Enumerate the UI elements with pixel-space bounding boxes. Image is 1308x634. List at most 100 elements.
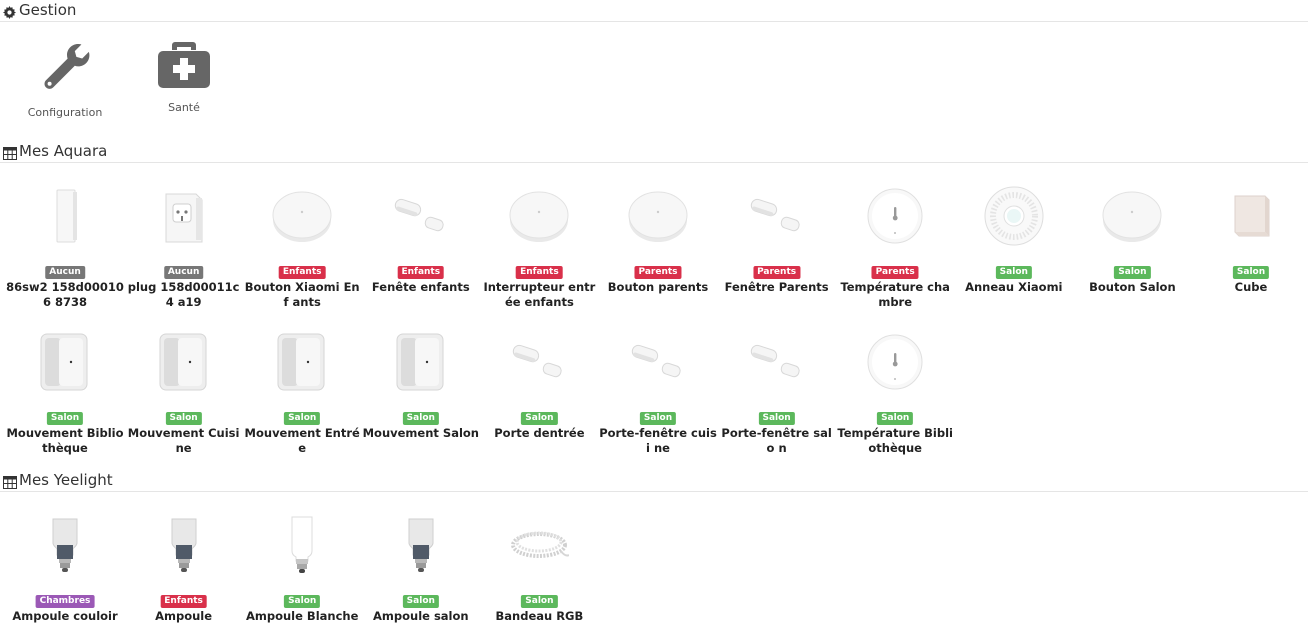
aquara-device-tile[interactable]: Salon Porte-fenêtre salo n xyxy=(718,332,836,455)
device-name: Bouton Salon xyxy=(1089,280,1176,294)
room-badge: Salon xyxy=(284,412,321,425)
device-name: Fenête enfants xyxy=(371,280,470,294)
motion-sensor-icon xyxy=(391,332,451,392)
room-badge: Salon xyxy=(639,412,677,425)
color-bulb-icon xyxy=(35,515,95,575)
sante-label: Santé xyxy=(168,101,200,114)
room-badge: Salon xyxy=(877,412,914,425)
device-name: Température cha mbre xyxy=(840,280,950,309)
device-name: Fenêtre Parents xyxy=(724,280,829,294)
room-badge: Enfants xyxy=(160,595,207,608)
device-name: Mouvement Salon xyxy=(362,426,479,440)
motion-sensor-icon xyxy=(272,332,332,392)
smart-plug-icon xyxy=(154,186,214,246)
temperature-sensor-icon xyxy=(865,186,925,246)
room-badge: Parents xyxy=(753,266,801,279)
table-icon xyxy=(3,474,17,489)
table-icon xyxy=(3,145,17,160)
room-badge: Salon xyxy=(1232,266,1270,279)
aquara-device-tile[interactable]: Aucun plug 158d00011c4 a19 xyxy=(125,186,243,309)
aquara-device-tile[interactable]: Salon Mouvement Entré e xyxy=(243,332,361,455)
color-bulb-icon xyxy=(391,515,451,575)
section-title-aquara: Mes Aquara xyxy=(19,142,108,160)
gear-icon xyxy=(3,4,16,19)
device-name: 86sw2 158d000106 8738 xyxy=(6,280,124,309)
aquara-device-tile[interactable]: Aucun 86sw2 158d000106 8738 xyxy=(6,186,124,309)
room-badge: Salon xyxy=(521,595,558,608)
wall-switch-icon xyxy=(35,186,95,246)
aquara-device-tile[interactable]: Parents Température cha mbre xyxy=(836,186,954,309)
temperature-sensor-icon xyxy=(865,332,925,392)
aquara-device-tile[interactable]: Salon Porte-fenêtre cuisi ne xyxy=(599,332,717,455)
section-title-gestion: Gestion xyxy=(19,1,77,19)
yeelight-device-tile[interactable]: Salon Bandeau RGB xyxy=(480,515,598,623)
aquara-device-tile[interactable]: Salon Bouton Salon xyxy=(1073,186,1191,294)
aquara-device-tile[interactable]: Salon Mouvement Biblio thèque xyxy=(6,332,124,455)
device-name: plug 158d00011c4 a19 xyxy=(127,280,240,309)
configuration-button[interactable]: Configuration xyxy=(6,38,124,123)
led-strip-icon xyxy=(509,515,570,575)
wrench-icon xyxy=(40,40,92,96)
gateway-ring-icon xyxy=(984,186,1044,246)
door-sensor-icon xyxy=(391,186,451,246)
configuration-label: Configuration xyxy=(27,106,103,119)
yeelight-device-tile[interactable]: Salon Ampoule salon xyxy=(362,515,480,623)
motion-sensor-icon xyxy=(154,332,214,392)
device-name: Anneau Xiaomi xyxy=(965,280,1063,294)
device-name: Ampoule xyxy=(155,609,213,623)
room-badge: Salon xyxy=(1114,266,1151,279)
room-badge: Salon xyxy=(46,412,84,425)
room-badge: Parents xyxy=(871,266,919,279)
room-badge: Enfants xyxy=(397,266,445,279)
aquara-device-tile[interactable]: Salon Anneau Xiaomi xyxy=(955,186,1073,294)
aquara-device-tile[interactable]: Parents Fenêtre Parents xyxy=(718,186,836,294)
aquara-device-tile[interactable]: Enfants Bouton Xiaomi Enf ants xyxy=(243,186,361,309)
room-badge: Chambres xyxy=(35,595,95,608)
section-title-yeelight: Mes Yeelight xyxy=(19,471,113,489)
device-name: Mouvement Biblio thèque xyxy=(6,426,124,455)
section-header-yeelight: Mes Yeelight xyxy=(0,470,1308,492)
section-header-gestion: Gestion xyxy=(0,0,1308,22)
room-badge: Aucun xyxy=(45,266,85,279)
room-badge: Salon xyxy=(284,595,321,608)
room-badge: Salon xyxy=(758,412,795,425)
device-name: Ampoule couloir xyxy=(12,609,118,623)
door-sensor-icon xyxy=(747,186,807,246)
yeelight-device-tile[interactable]: Enfants Ampoule xyxy=(125,515,243,623)
room-badge: Salon xyxy=(402,595,439,608)
sante-button[interactable]: Santé xyxy=(125,38,243,118)
aquara-device-tile[interactable]: Salon Cube xyxy=(1192,186,1308,294)
room-badge: Enfants xyxy=(516,266,563,279)
device-name: Température Bibli othèque xyxy=(837,426,953,455)
round-button-icon xyxy=(509,186,569,246)
room-badge: Salon xyxy=(995,266,1032,279)
device-name: Cube xyxy=(1234,280,1268,294)
white-bulb-icon xyxy=(272,515,332,575)
device-name: Ampoule salon xyxy=(373,609,469,623)
room-badge: Salon xyxy=(402,412,439,425)
aquara-device-tile[interactable]: Salon Température Bibli othèque xyxy=(836,332,954,455)
device-name: Bandeau RGB xyxy=(495,609,584,623)
yeelight-device-tile[interactable]: Salon Ampoule Blanche xyxy=(243,515,361,623)
aquara-device-tile[interactable]: Salon Mouvement Cuisi ne xyxy=(125,332,243,455)
room-badge: Enfants xyxy=(278,266,326,279)
device-name: Mouvement Entré e xyxy=(244,426,360,455)
device-name: Bouton parents xyxy=(607,280,709,294)
room-badge: Salon xyxy=(165,412,202,425)
device-name: Mouvement Cuisi ne xyxy=(127,426,240,455)
medical-kit-icon xyxy=(158,42,210,92)
color-bulb-icon xyxy=(154,515,214,575)
room-badge: Aucun xyxy=(163,266,204,279)
device-name: Porte-fenêtre cuisi ne xyxy=(599,426,717,455)
yeelight-device-tile[interactable]: Chambres Ampoule couloir xyxy=(6,515,124,623)
aquara-device-tile[interactable]: Parents Bouton parents xyxy=(599,186,717,294)
device-name: Porte-fenêtre salo n xyxy=(721,426,832,455)
door-sensor-icon xyxy=(628,332,688,392)
aquara-device-tile[interactable]: Salon Mouvement Salon xyxy=(362,332,480,440)
door-sensor-icon xyxy=(747,332,807,392)
device-name: Porte dentrée xyxy=(494,426,585,440)
aquara-device-tile[interactable]: Enfants Fenête enfants xyxy=(362,186,480,294)
aquara-device-tile[interactable]: Salon Porte dentrée xyxy=(480,332,598,440)
room-badge: Salon xyxy=(521,412,558,425)
aquara-device-tile[interactable]: Enfants Interrupteur entr ée enfants xyxy=(480,186,598,309)
